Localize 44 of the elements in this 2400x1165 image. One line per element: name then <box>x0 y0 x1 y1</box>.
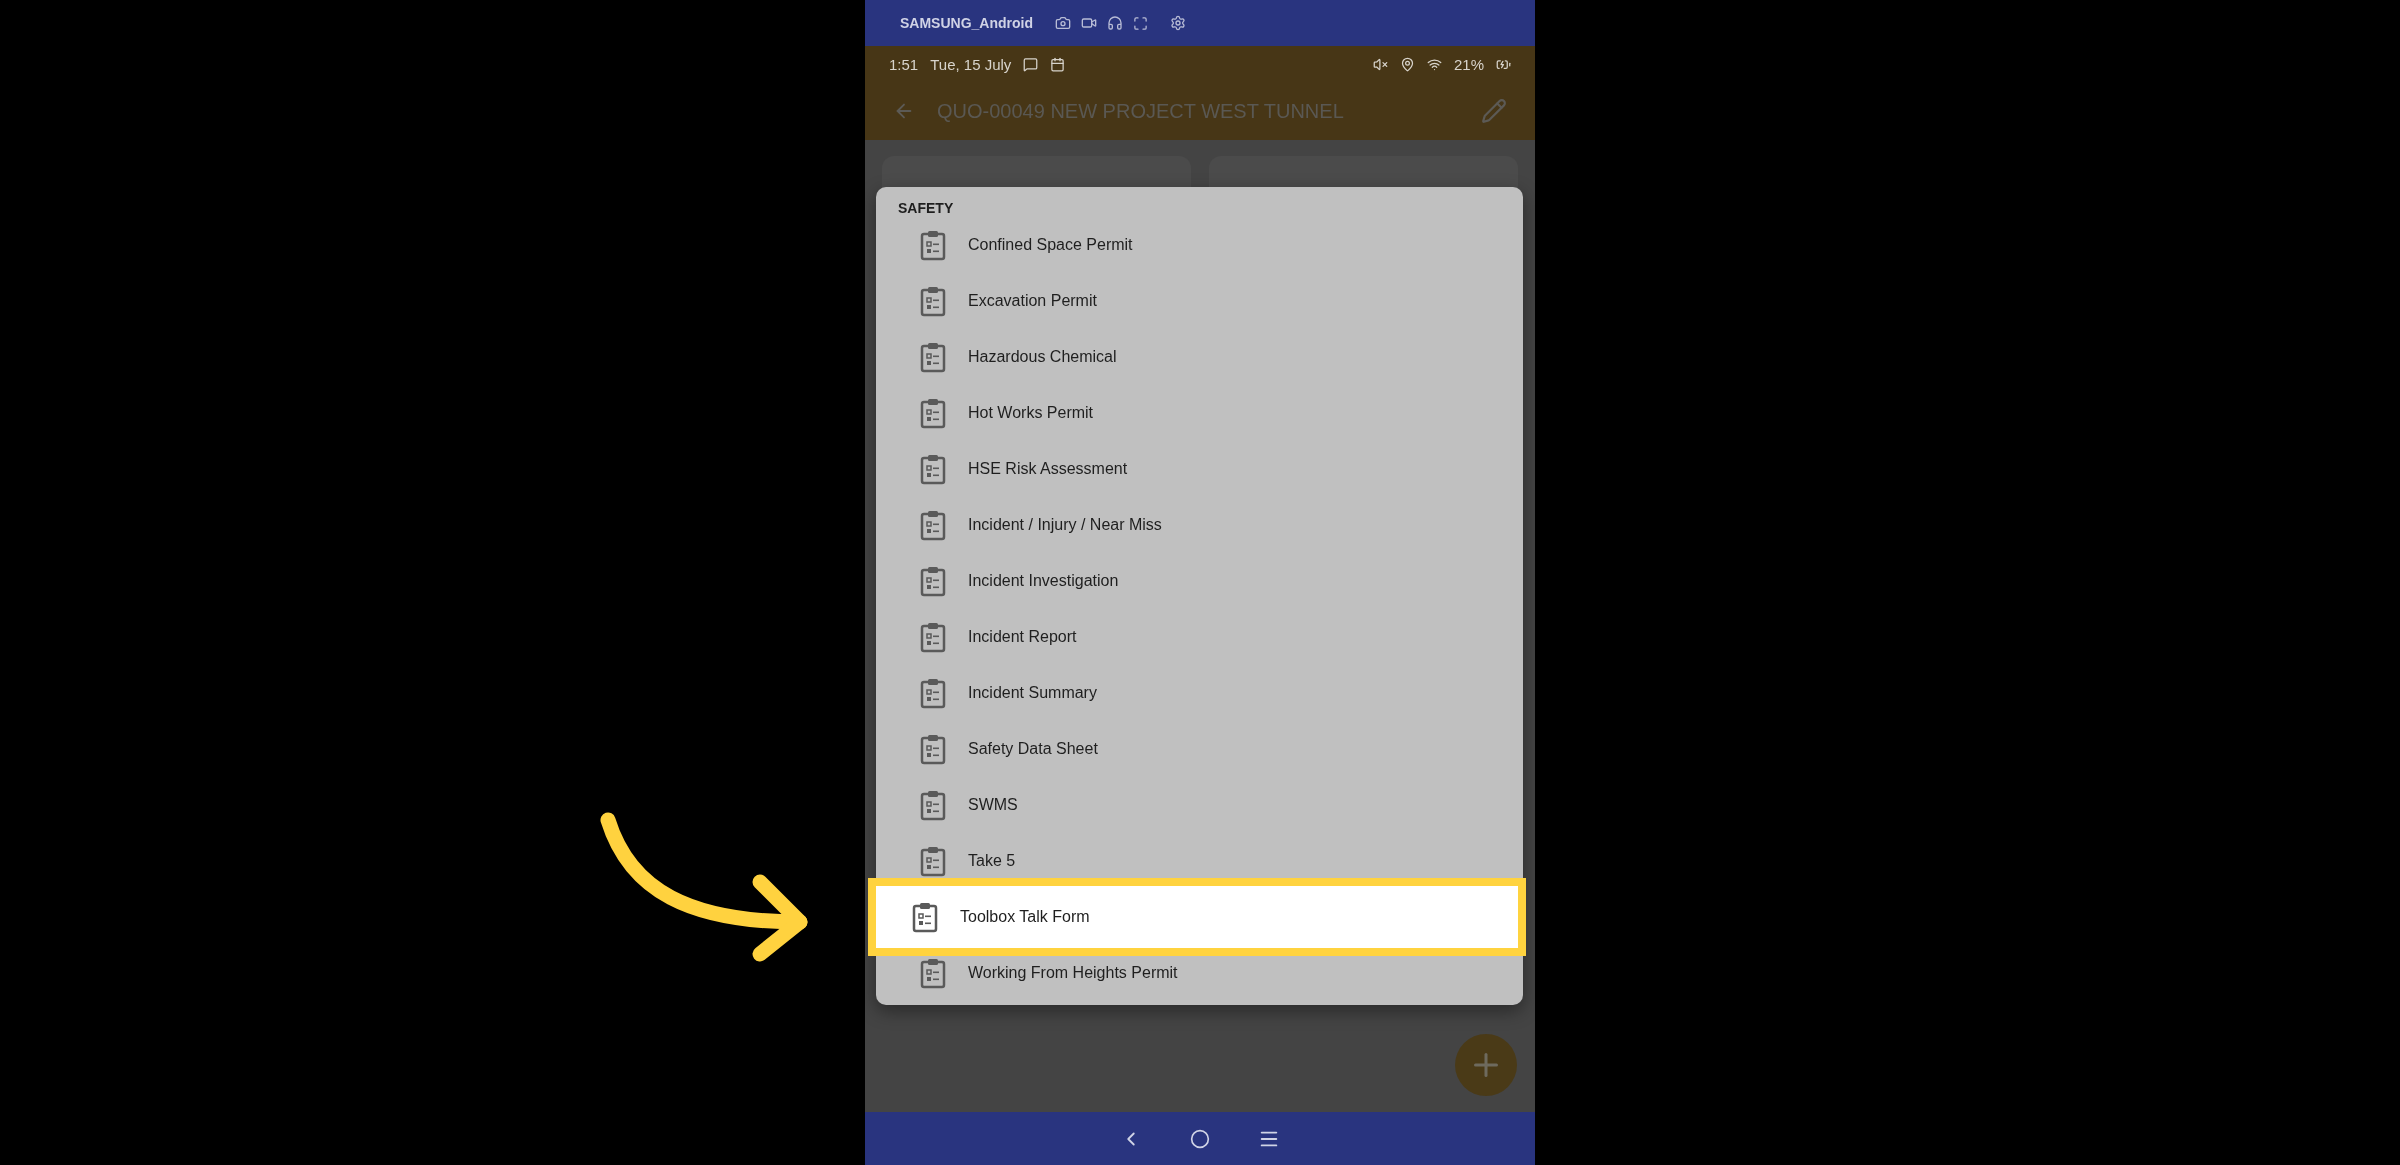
form-list-item[interactable]: Incident Report <box>876 609 1523 665</box>
form-list-item[interactable]: Hazardous Chemical <box>876 329 1523 385</box>
form-list-item[interactable]: Confined Space Permit <box>876 217 1523 273</box>
message-icon <box>1023 56 1039 72</box>
form-list-item[interactable]: Incident / Injury / Near Miss <box>876 497 1523 553</box>
clock-time: 1:51 <box>889 55 919 73</box>
camera-icon[interactable] <box>1055 15 1071 31</box>
clipboard-icon <box>920 509 946 541</box>
clipboard-icon <box>920 229 946 261</box>
battery-percentage: 21% <box>1453 55 1484 73</box>
clipboard-icon <box>920 789 946 821</box>
clipboard-icon <box>920 341 946 373</box>
circle-icon <box>1190 1128 1210 1149</box>
clipboard-icon <box>920 845 946 877</box>
location-icon <box>1399 56 1415 72</box>
clipboard-icon <box>920 397 946 429</box>
clipboard-icon <box>912 901 938 933</box>
app-title: QUO-00049 NEW PROJECT WEST TUNNEL <box>937 99 1345 123</box>
clipboard-icon <box>920 733 946 765</box>
status-date: Tue, 15 July <box>930 55 1012 73</box>
clipboard-icon <box>920 621 946 653</box>
settings-icon[interactable] <box>1170 15 1186 31</box>
form-list-item[interactable]: Hot Works Permit <box>876 385 1523 441</box>
form-list-item[interactable]: Safety Data Sheet <box>876 721 1523 777</box>
clipboard-icon <box>920 453 946 485</box>
headphones-icon[interactable] <box>1107 15 1123 31</box>
clipboard-icon <box>920 957 946 989</box>
form-list-item[interactable]: Incident Investigation <box>876 553 1523 609</box>
section-heading: SAFETY <box>897 199 954 217</box>
form-list-item[interactable]: Incident Summary <box>876 665 1523 721</box>
fullscreen-icon[interactable] <box>1133 15 1148 31</box>
clipboard-icon <box>920 285 946 317</box>
clipboard-icon <box>920 565 946 597</box>
form-list-item[interactable]: HSE Risk Assessment <box>876 441 1523 497</box>
home-nav-button[interactable] <box>1190 1128 1210 1149</box>
clipboard-icon <box>920 677 946 709</box>
calendar-icon <box>1050 56 1066 72</box>
wifi-icon <box>1426 56 1442 72</box>
form-list-item[interactable]: Toolbox Talk Form <box>868 878 1526 956</box>
mute-icon <box>1372 56 1388 72</box>
device-title: SAMSUNG_Android <box>900 15 1033 31</box>
video-camera-icon[interactable] <box>1081 15 1097 31</box>
form-list-item[interactable]: SWMS <box>876 777 1523 833</box>
form-list-item[interactable]: Excavation Permit <box>876 273 1523 329</box>
